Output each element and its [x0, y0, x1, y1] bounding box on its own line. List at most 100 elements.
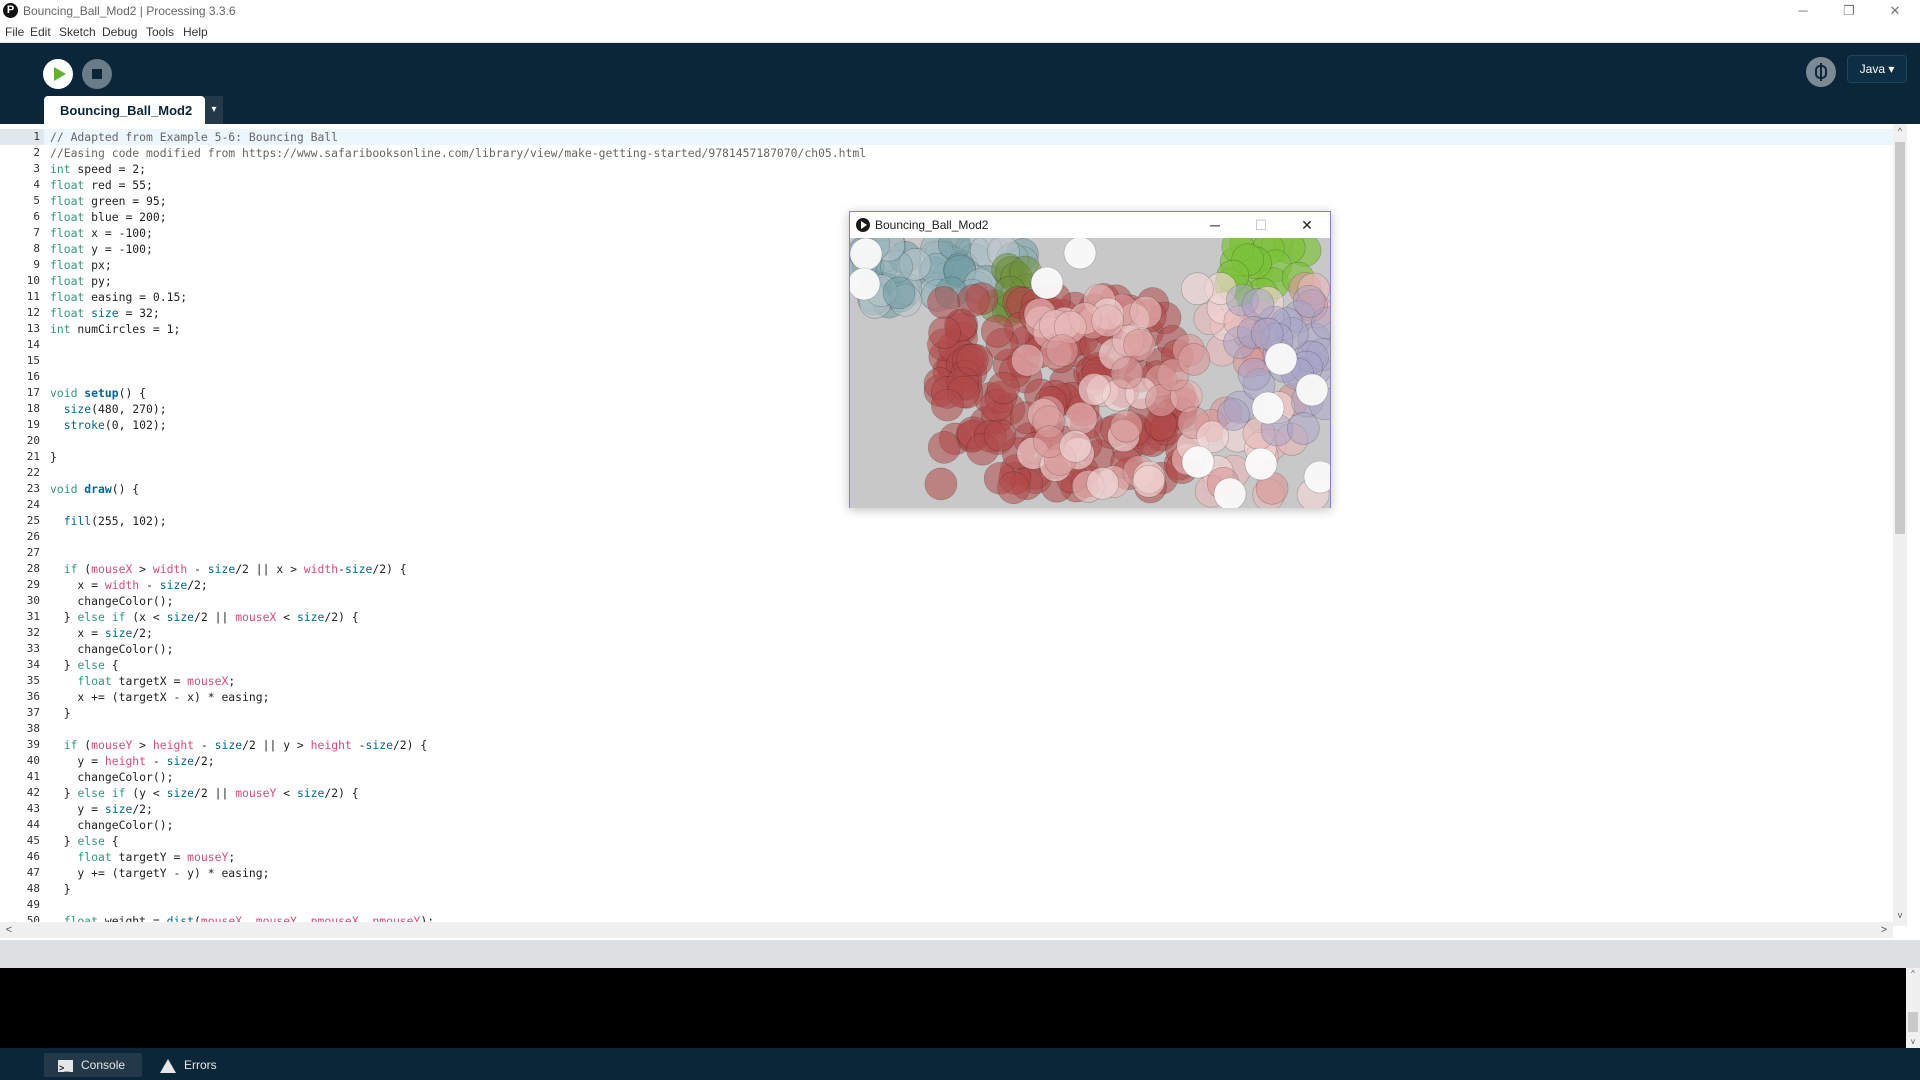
code-line[interactable]: x += (targetX - x) * easing; — [50, 689, 866, 705]
line-number: 12 — [26, 306, 40, 319]
code-line[interactable]: } — [50, 881, 866, 897]
code-line[interactable] — [50, 545, 866, 561]
code-line[interactable]: float px; — [50, 257, 866, 273]
code-line[interactable]: changeColor(); — [50, 769, 866, 785]
console-tab[interactable]: Console — [44, 1053, 142, 1080]
code-line[interactable]: y += (targetY - y) * easing; — [50, 865, 866, 881]
menu-tools[interactable]: Tools — [146, 25, 174, 39]
code-line[interactable]: x = width - size/2; — [50, 577, 866, 593]
code-line[interactable] — [50, 529, 866, 545]
menu-help[interactable]: Help — [183, 25, 208, 39]
tab-sketch[interactable]: Bouncing_Ball_Mod2 — [44, 96, 205, 124]
tab-menu-button[interactable]: ▾ — [205, 96, 223, 124]
code-line[interactable]: } — [50, 449, 866, 465]
code-line[interactable]: // Adapted from Example 5-6: Bouncing Ba… — [50, 129, 866, 145]
editor-horizontal-scrollbar[interactable]: < > — [0, 922, 1893, 938]
processing-run-icon — [856, 218, 870, 232]
code-line[interactable]: float green = 95; — [50, 193, 866, 209]
code-line[interactable]: float targetY = mouseY; — [50, 849, 866, 865]
code-line[interactable]: if (mouseX > width - size/2 || x > width… — [50, 561, 866, 577]
sketch-close-button[interactable]: ✕ — [1284, 212, 1330, 238]
debugger-button[interactable] — [1806, 57, 1836, 87]
menu-debug[interactable]: Debug — [102, 25, 137, 39]
code-line[interactable]: y = size/2; — [50, 801, 866, 817]
line-number: 9 — [33, 258, 40, 271]
scroll-down-arrow[interactable]: v — [1893, 908, 1907, 922]
code-line[interactable]: float red = 55; — [50, 177, 866, 193]
code-line[interactable] — [50, 337, 866, 353]
code-line[interactable]: float blue = 200; — [50, 209, 866, 225]
stop-button[interactable] — [82, 59, 112, 89]
code-line[interactable]: changeColor(); — [50, 817, 866, 833]
code-line[interactable]: //Easing code modified from https://www.… — [50, 145, 866, 161]
minimize-button[interactable]: ─ — [1780, 0, 1826, 22]
line-number: 26 — [26, 530, 40, 543]
code-line[interactable]: size(480, 270); — [50, 401, 866, 417]
sketch-minimize-button[interactable]: ─ — [1192, 212, 1238, 238]
code-line[interactable]: float x = -100; — [50, 225, 866, 241]
sketch-circle — [1129, 295, 1163, 329]
sketch-circle — [957, 284, 990, 317]
code-line[interactable] — [50, 433, 866, 449]
code-line[interactable]: } — [50, 705, 866, 721]
line-number: 19 — [26, 418, 40, 431]
code-line[interactable]: void draw() { — [50, 481, 866, 497]
code-line[interactable]: int numCircles = 1; — [50, 321, 866, 337]
code-line[interactable] — [50, 465, 866, 481]
menu-edit[interactable]: Edit — [30, 25, 51, 39]
code-line[interactable] — [50, 721, 866, 737]
code-line[interactable]: void setup() { — [50, 385, 866, 401]
sketch-window[interactable]: Bouncing_Ball_Mod2 ─ ☐ ✕ — [849, 211, 1331, 508]
console-scroll-up[interactable]: ^ — [1906, 968, 1920, 980]
code-line[interactable]: float easing = 0.15; — [50, 289, 866, 305]
line-number: 2 — [33, 146, 40, 159]
sketch-maximize-button[interactable]: ☐ — [1238, 212, 1284, 238]
code-line[interactable]: stroke(0, 102); — [50, 417, 866, 433]
run-button[interactable] — [43, 59, 73, 89]
code-line[interactable] — [50, 897, 866, 913]
code-line[interactable]: } else if (y < size/2 || mouseY < size/2… — [50, 785, 866, 801]
mode-selector[interactable]: Java ▾ — [1847, 55, 1907, 83]
scroll-thumb[interactable] — [1895, 142, 1905, 534]
errors-tab[interactable]: Errors — [160, 1053, 240, 1077]
code-line[interactable]: int speed = 2; — [50, 161, 866, 177]
line-number: 36 — [26, 690, 40, 703]
sketch-window-titlebar[interactable]: Bouncing_Ball_Mod2 ─ ☐ ✕ — [850, 212, 1330, 238]
console-output[interactable] — [0, 968, 1906, 1048]
menu-file[interactable]: File — [5, 25, 24, 39]
code-line[interactable] — [50, 353, 866, 369]
code-line[interactable]: fill(255, 102); — [50, 513, 866, 529]
code-line[interactable]: changeColor(); — [50, 593, 866, 609]
code-line[interactable]: y = height - size/2; — [50, 753, 866, 769]
sketch-canvas[interactable] — [850, 238, 1330, 508]
code-line[interactable]: } else { — [50, 833, 866, 849]
code-line[interactable]: changeColor(); — [50, 641, 866, 657]
sketch-circle — [1086, 467, 1119, 500]
sketch-circle — [1064, 401, 1098, 435]
editor-vertical-scrollbar[interactable]: ^ v — [1893, 124, 1907, 926]
code-line[interactable]: x = size/2; — [50, 625, 866, 641]
code-line[interactable]: float y = -100; — [50, 241, 866, 257]
code-text[interactable]: // Adapted from Example 5-6: Bouncing Ba… — [50, 129, 866, 929]
menu-sketch[interactable]: Sketch — [59, 25, 96, 39]
code-line[interactable]: if (mouseY > height - size/2 || y > heig… — [50, 737, 866, 753]
sketch-circle — [1217, 398, 1250, 431]
code-line[interactable]: float py; — [50, 273, 866, 289]
console-scroll-thumb[interactable] — [1908, 1012, 1918, 1032]
code-line[interactable]: } else { — [50, 657, 866, 673]
code-line[interactable] — [50, 369, 866, 385]
scroll-right-arrow[interactable]: > — [1877, 922, 1891, 938]
code-line[interactable]: } else if (x < size/2 || mouseX < size/2… — [50, 609, 866, 625]
close-button[interactable]: ✕ — [1872, 0, 1918, 22]
sketch-circle — [1241, 288, 1275, 321]
code-line[interactable] — [50, 497, 866, 513]
console-scrollbar[interactable]: ^ v — [1906, 968, 1920, 1048]
code-line[interactable]: float targetX = mouseX; — [50, 673, 866, 689]
line-number: 37 — [26, 706, 40, 719]
console-scroll-down[interactable]: v — [1906, 1036, 1920, 1048]
sketch-circle — [1091, 304, 1124, 338]
scroll-up-arrow[interactable]: ^ — [1893, 124, 1907, 138]
restore-button[interactable]: ❐ — [1826, 0, 1872, 22]
scroll-left-arrow[interactable]: < — [2, 922, 16, 938]
code-line[interactable]: float size = 32; — [50, 305, 866, 321]
